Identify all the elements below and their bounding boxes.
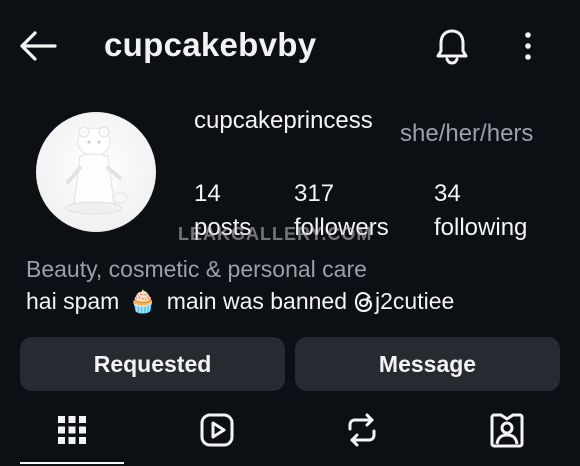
posts-count: 14: [194, 180, 221, 207]
following-label: following: [434, 214, 528, 241]
grid-icon: [58, 416, 86, 444]
more-options-button[interactable]: [514, 28, 542, 64]
notifications-button[interactable]: [430, 24, 474, 68]
message-button[interactable]: Message: [295, 337, 560, 391]
avatar-figurine: [65, 126, 128, 215]
tagged-icon: [490, 413, 524, 448]
bio-text-start: hai spam: [26, 288, 120, 314]
profile-category: Beauty, cosmetic & personal care: [26, 256, 367, 282]
profile-bio: hai spam 🧁 main was banned j2cutiee: [26, 288, 454, 315]
cupcake-emoji: 🧁: [129, 288, 157, 314]
followers-count: 317: [294, 180, 335, 207]
bio-text-end: main was banned: [166, 288, 348, 314]
watermark: LEAKGALLERY.COM: [178, 224, 373, 244]
threads-link[interactable]: j2cutiee: [354, 288, 454, 315]
page-title: cupcakebvby: [104, 26, 317, 63]
tab-reposts[interactable]: [342, 408, 382, 452]
active-tab-indicator: [20, 462, 124, 464]
following-count: 34: [434, 180, 461, 207]
avatar[interactable]: [36, 112, 156, 232]
more-vertical-icon: [525, 32, 531, 60]
tab-grid[interactable]: [52, 408, 92, 452]
arrow-left-icon: [20, 31, 57, 61]
profile-username: cupcakeprincess: [194, 107, 373, 134]
reposts-icon: [348, 413, 376, 447]
reels-icon: [200, 413, 234, 447]
threads-icon: [354, 291, 373, 312]
stat-following[interactable]: 34 following: [434, 180, 527, 242]
pronouns: she/her/hers: [400, 120, 534, 147]
bell-icon: [436, 29, 468, 65]
threads-handle: j2cutiee: [375, 288, 455, 314]
tab-tagged[interactable]: [487, 408, 527, 452]
tab-reels[interactable]: [197, 408, 237, 452]
back-button[interactable]: [14, 26, 62, 66]
requested-button[interactable]: Requested: [20, 337, 285, 391]
